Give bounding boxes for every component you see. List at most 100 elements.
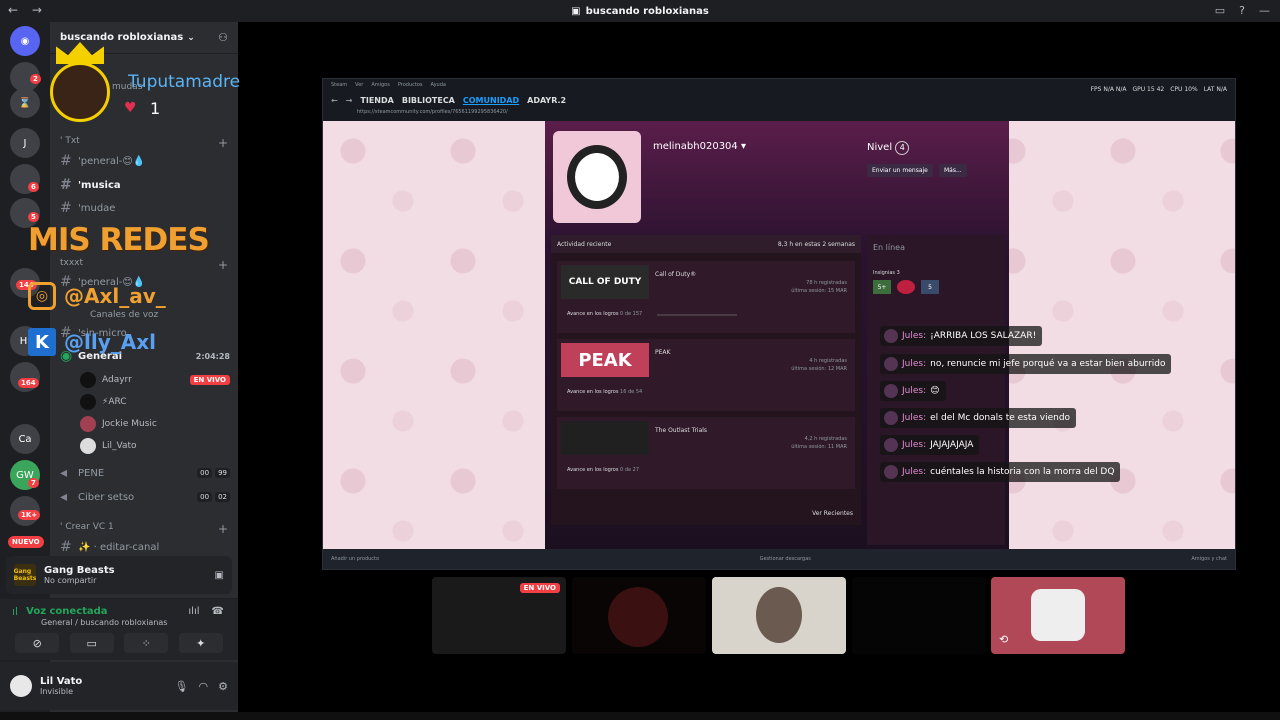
discord-home-icon[interactable]: ◉ (10, 26, 40, 56)
tab-user[interactable]: ADAYR.2 (527, 96, 566, 105)
server-icon-2[interactable]: ⌛ (10, 88, 40, 118)
gear-icon[interactable]: ⚙ (218, 680, 228, 693)
achievements: Avance en los logros 0 de 27 (567, 467, 640, 473)
stream-tile[interactable]: ⟲ (991, 577, 1125, 654)
game-status: No compartir (44, 576, 97, 585)
menu-ayuda[interactable]: Ayuda (431, 82, 446, 88)
channel-editar[interactable]: # ✨ · editar-canal (60, 537, 230, 557)
stream-tile[interactable]: EN VIVO (432, 577, 566, 654)
channel-musica[interactable]: #'musica (60, 175, 230, 195)
voice-user[interactable]: Jockie Music (80, 414, 230, 434)
live-badge: EN VIVO (519, 583, 560, 593)
hash-icon: # (60, 200, 72, 216)
add-product-link[interactable]: Añadir un producto (331, 556, 379, 562)
forward-icon[interactable]: → (346, 96, 353, 105)
category-voz[interactable]: Canales de voz (90, 310, 258, 320)
hash-icon: # (60, 539, 72, 555)
see-recent-link[interactable]: Ver Recientes (812, 510, 853, 517)
recent-hours: 8,3 h en estas 2 semanas (777, 240, 855, 248)
voice-user[interactable]: Lil_Vato (80, 436, 230, 456)
camera-off-button[interactable]: ⊘ (15, 633, 60, 653)
game-card[interactable]: CALL OF DUTY Call of Duty® 78 h registra… (557, 261, 855, 333)
screen-share-button[interactable]: ▭ (69, 633, 114, 653)
activity-panel[interactable]: Gang Beasts Gang Beasts No compartir ▣ (6, 556, 232, 594)
tab-biblioteca[interactable]: BIBLIOTECA (402, 96, 455, 105)
instagram-icon: ◎ (28, 282, 56, 310)
badge-icon[interactable]: 5 (921, 280, 939, 294)
menu-steam[interactable]: Steam (331, 82, 347, 88)
tab-tienda[interactable]: TIENDA (360, 96, 393, 105)
window-controls: ▭ ? — (1215, 4, 1270, 17)
mention-badge: 164 (18, 378, 39, 388)
heart-icon: ♥ (124, 100, 137, 116)
soundboard-icon[interactable]: ılıl (188, 606, 199, 617)
category-crear[interactable]: ' Crear VC 1 + (60, 522, 228, 536)
webcam-face (50, 62, 110, 122)
game-card[interactable]: The Outlast Trials 4,2 h registradas últi… (557, 417, 855, 489)
friends-chat-link[interactable]: Amigos y chat (1191, 556, 1227, 562)
menu-amigos[interactable]: Amigos (371, 82, 390, 88)
webcam-overlay (50, 42, 114, 126)
activities-button[interactable]: ⁘ (124, 633, 169, 653)
stream-tile[interactable] (852, 577, 986, 654)
help-icon[interactable]: ? (1239, 4, 1245, 17)
category-txxxt[interactable]: txxxt + (60, 258, 228, 272)
chat-message: Jules: no, renuncie mi jefe porqué va a e… (880, 354, 1172, 374)
window-title-text: buscando robloxianas (585, 5, 709, 17)
avatar (80, 416, 96, 432)
voice-user[interactable]: ⚡ARC (80, 392, 230, 412)
hash-icon: # (60, 177, 72, 193)
stream-icon[interactable]: ▣ (215, 570, 224, 581)
server-icon-j[interactable]: J (10, 128, 40, 158)
menu-productos[interactable]: Productos (398, 82, 423, 88)
stream-tiles: EN VIVO ⟲ (432, 577, 1132, 655)
add-channel-icon[interactable]: + (218, 258, 228, 272)
badge-icon[interactable]: 5+ (873, 280, 891, 294)
profile-name[interactable]: melinabh020304 ▾ (653, 141, 746, 152)
back-icon[interactable]: ← (331, 96, 338, 105)
invite-icon[interactable]: ⚇ (218, 31, 228, 44)
voice-state: Voz conectada (26, 606, 108, 617)
more-button[interactable]: Más... (939, 164, 967, 177)
avatar (884, 357, 898, 371)
profile-avatar (553, 131, 641, 223)
game-card[interactable]: PEAK PEAK 4 h registradas última sesión: … (557, 339, 855, 411)
minimize-icon[interactable]: — (1259, 4, 1270, 17)
forward-icon[interactable]: → (32, 3, 42, 17)
headphones-icon[interactable]: ◠ (199, 680, 209, 693)
game-hours: 78 h registradas última sesión: 15 MAR (791, 280, 847, 294)
chat-message: Jules: cuéntales la historia con la morra… (880, 462, 1121, 482)
add-channel-icon[interactable]: + (218, 522, 228, 536)
speaker-icon: ◂ (60, 489, 68, 505)
disconnect-icon[interactable]: ☎ (212, 606, 224, 617)
voice-channel-pene[interactable]: ◂ PENE 00 99 (60, 463, 230, 483)
perf-cpu: CPU 10% (1170, 86, 1198, 93)
back-icon[interactable]: ← (8, 3, 18, 17)
server-icon-ca[interactable]: Ca (10, 424, 40, 454)
add-channel-icon[interactable]: + (218, 136, 228, 150)
steam-nav: ← → TIENDA BIBLIOTECA COMUNIDAD ADAYR.2 (323, 91, 1235, 109)
dog-avatar-icon (567, 145, 627, 209)
perf-lat: LAT N/A (1203, 86, 1227, 93)
tab-comunidad[interactable]: COMUNIDAD (463, 96, 519, 105)
menu-ver[interactable]: Ver (355, 82, 363, 88)
downloads-link[interactable]: Gestionar descargas (760, 556, 811, 562)
soundboard-button[interactable]: ✦ (178, 633, 223, 653)
cam-name: Tuputamadre (128, 72, 241, 92)
channel-general[interactable]: #'peneral-😊💧 (60, 151, 230, 171)
category-txt[interactable]: ' Txt + (60, 136, 228, 150)
badge-icon[interactable] (897, 280, 915, 294)
new-badge: NUEVO (8, 536, 44, 548)
live-badge: EN VIVO (189, 375, 230, 385)
taskbar (0, 712, 1280, 720)
voice-panel: ıl Voz conectada ılıl ☎ General / buscand… (0, 598, 238, 660)
stream-tile[interactable] (712, 577, 846, 654)
inbox-icon[interactable]: ▭ (1215, 4, 1225, 17)
channel-mudae[interactable]: #'mudae (60, 198, 230, 218)
stream-tile[interactable] (572, 577, 706, 654)
microphone-icon[interactable]: 🎙 (175, 680, 189, 693)
avatar[interactable] (10, 675, 32, 697)
send-message-button[interactable]: Enviar un mensaje (867, 164, 933, 177)
voice-channel-ciber[interactable]: ◂ Ciber setso 00 02 (60, 487, 230, 507)
voice-user[interactable]: Adayrr EN VIVO (80, 370, 230, 390)
